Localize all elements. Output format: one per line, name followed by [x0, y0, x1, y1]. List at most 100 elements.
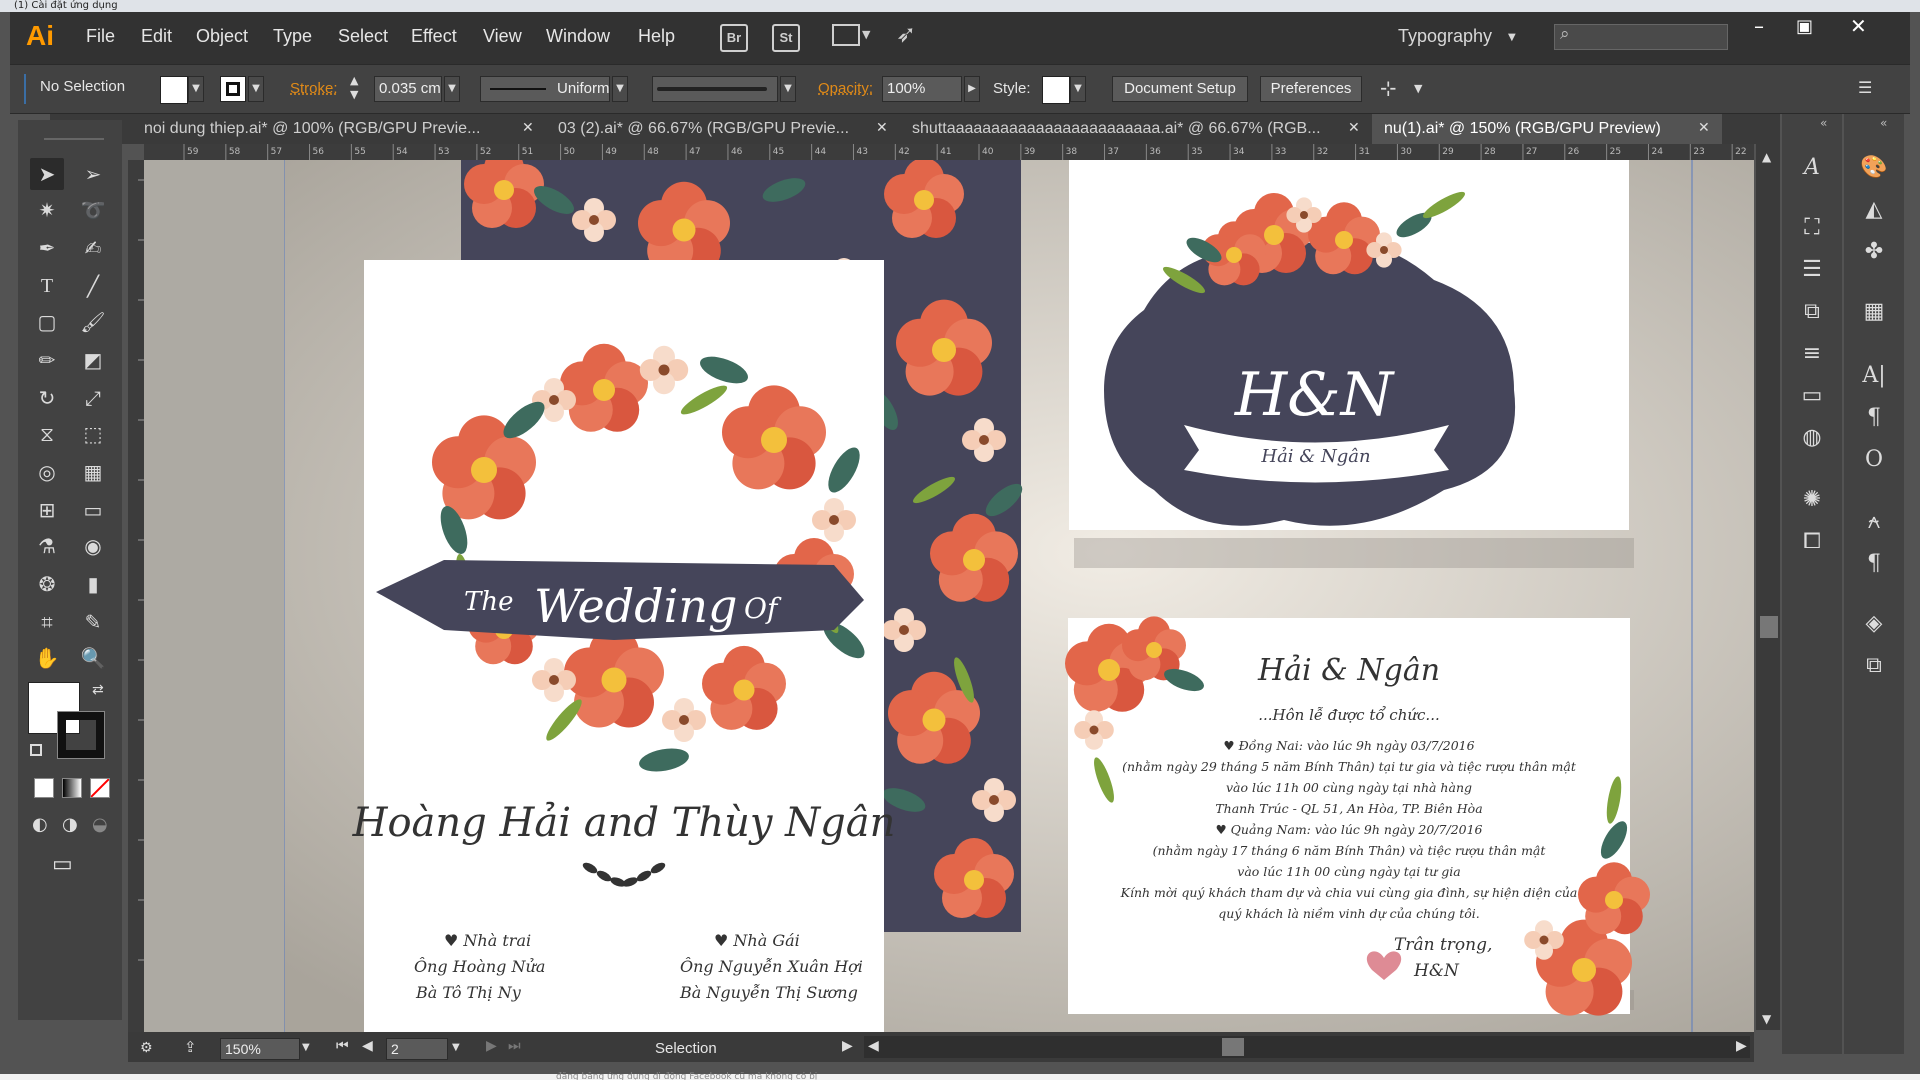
shape-builder-tool-icon[interactable]: ◎ [30, 456, 64, 488]
workspace-switcher[interactable]: Typography [1398, 26, 1492, 47]
menu-help[interactable]: Help [638, 26, 675, 47]
opacity-label[interactable]: Opacity: [818, 80, 873, 97]
curvature-tool-icon[interactable]: ✍ [76, 232, 110, 264]
menu-object[interactable]: Object [196, 26, 248, 47]
share-icon[interactable]: ⇪ [184, 1038, 197, 1056]
gpu-performance-icon[interactable]: ⚙ [140, 1040, 153, 1056]
pencil-tool-icon[interactable]: ✏ [30, 344, 64, 376]
stroke-dropdown[interactable]: ▼ [248, 76, 264, 102]
type-tool-icon[interactable]: T [30, 270, 64, 302]
rotate-tool-icon[interactable]: ↻ [30, 382, 64, 414]
panel-menu-icon[interactable]: ☰ [1858, 78, 1872, 97]
color-guide-icon[interactable]: ◭ [1854, 192, 1894, 228]
vertical-ruler[interactable] [128, 160, 144, 1032]
menu-window[interactable]: Window [546, 26, 610, 47]
last-artboard-icon[interactable]: ⏭ [508, 1038, 521, 1054]
swatches-icon[interactable]: ▦ [1854, 294, 1894, 330]
collapse-panels-icon[interactable]: « [1820, 116, 1827, 130]
artboards-icon[interactable]: ⧉ [1854, 648, 1894, 684]
selection-tool-icon[interactable]: ➤ [30, 158, 64, 190]
scroll-left-icon[interactable]: ◀ [868, 1038, 879, 1054]
tab-noi-dung-thiep[interactable]: noi dung thiep.ai* @ 100% (RGB/GPU Previ… [132, 114, 542, 144]
stroke-weight-input[interactable]: 0.035 cm [374, 76, 442, 102]
brush-definition[interactable] [652, 76, 778, 102]
paragraph-icon[interactable]: ¶ [1854, 400, 1894, 436]
close-icon[interactable]: ✕ [1698, 120, 1710, 136]
brushes-icon[interactable]: ✤ [1854, 234, 1894, 270]
mesh-tool-icon[interactable]: ⊞ [30, 494, 64, 526]
pathfinder-icon[interactable]: ⧉ [1792, 294, 1832, 330]
stroke-weight-dropdown[interactable]: ▼ [444, 76, 460, 102]
scroll-up-icon[interactable]: ▲ [1762, 150, 1771, 164]
horizontal-scrollbar[interactable] [864, 1036, 1750, 1058]
zoom-input[interactable]: 150% [220, 1038, 300, 1060]
next-artboard-icon[interactable]: ▶ [486, 1038, 497, 1054]
opacity-input[interactable]: 100% [882, 76, 962, 102]
close-icon[interactable]: ✕ [876, 120, 888, 136]
chevron-down-icon[interactable]: ▼ [452, 1042, 460, 1053]
stroke-stepper[interactable]: ▲ ▼ [350, 74, 358, 102]
screen-mode-icon[interactable]: ▭ [52, 852, 73, 877]
document-setup-button[interactable]: Document Setup [1112, 76, 1248, 102]
free-transform-tool-icon[interactable]: ⬚ [76, 418, 110, 450]
brush-dropdown[interactable]: ▼ [780, 76, 796, 102]
menu-edit[interactable]: Edit [141, 26, 172, 47]
maximize-button[interactable]: ▣ [1796, 16, 1813, 37]
status-menu-icon[interactable]: ▶ [842, 1038, 853, 1054]
gradient-panel-icon[interactable]: ▭ [1792, 378, 1832, 414]
preferences-button[interactable]: Preferences [1260, 76, 1362, 102]
chevron-down-icon[interactable]: ▼ [1508, 32, 1516, 43]
character-styles-icon[interactable]: 𝐴 [1792, 150, 1832, 186]
paragraph-styles-icon[interactable]: ¶ [1854, 546, 1894, 582]
tab-03-2[interactable]: 03 (2).ai* @ 66.67% (RGB/GPU Previe... [546, 114, 896, 144]
line-tool-icon[interactable]: ╱ [76, 270, 110, 302]
default-colors-icon[interactable] [30, 744, 42, 756]
graphic-styles-icon[interactable]: ⧠ [1792, 524, 1832, 560]
pen-tool-icon[interactable]: ✒ [30, 232, 64, 264]
blend-tool-icon[interactable]: ◉ [76, 530, 110, 562]
color-mode-icon[interactable] [34, 778, 54, 798]
scroll-down-icon[interactable]: ▼ [1762, 1012, 1771, 1026]
menu-select[interactable]: Select [338, 26, 388, 47]
eraser-tool-icon[interactable]: ◩ [76, 344, 110, 376]
menu-type[interactable]: Type [273, 26, 312, 47]
first-artboard-icon[interactable]: ⏮ [336, 1038, 349, 1054]
fill-swatch[interactable] [160, 76, 188, 104]
eyedropper-tool-icon[interactable]: ⚗ [30, 530, 64, 562]
browser-tab[interactable]: (1) Cài đặt ứng dụng [14, 0, 204, 12]
stroke-panel-icon[interactable]: ≡ [1792, 336, 1832, 372]
horizontal-ruler[interactable]: 59 58 57 56 55 54 53 52 51 50 49 48 47 46 45 44 43 42 41 40… [144, 144, 1754, 160]
fill-dropdown[interactable]: ▼ [188, 76, 204, 102]
profile-dropdown[interactable]: ▼ [612, 76, 628, 102]
scale-tool-icon[interactable]: ⤢ [76, 382, 110, 414]
menu-file[interactable]: File [86, 26, 115, 47]
symbol-sprayer-tool-icon[interactable]: ❂ [30, 568, 64, 600]
previous-artboard-icon[interactable]: ◀ [362, 1038, 373, 1054]
vertical-scroll-thumb[interactable] [1760, 616, 1778, 638]
none-mode-icon[interactable] [90, 778, 110, 798]
horizontal-scroll-thumb[interactable] [1222, 1038, 1244, 1056]
gpu-rocket-icon[interactable]: ➶ [896, 20, 916, 48]
stroke-label[interactable]: Stroke: [290, 80, 338, 97]
transparency-icon[interactable]: ◍ [1792, 420, 1832, 456]
transform-icon[interactable]: ⊹ [1380, 76, 1397, 100]
close-icon[interactable]: ✕ [522, 120, 534, 136]
character-icon[interactable]: A| [1854, 358, 1894, 394]
artboard-tool-icon[interactable]: ⌗ [30, 606, 64, 638]
magic-wand-tool-icon[interactable]: ✷ [30, 194, 64, 226]
tab-shuttaa[interactable]: shuttaaaaaaaaaaaaaaaaaaaaaaaa.ai* @ 66.6… [900, 114, 1350, 144]
search-input[interactable] [1554, 24, 1728, 50]
graphic-style-swatch[interactable] [1042, 76, 1070, 104]
stock-button[interactable]: St [772, 24, 800, 52]
draw-behind-icon[interactable]: ◑ [62, 814, 78, 835]
chevron-down-icon[interactable]: ▼ [862, 28, 870, 41]
draw-inside-icon[interactable]: ◒ [92, 814, 108, 835]
rectangle-tool-icon[interactable]: ▢ [30, 306, 64, 338]
layers-icon[interactable]: ◈ [1854, 606, 1894, 642]
canvas[interactable]: The Wedding Of Hoàng Hải and Thùy Ngân ♥… [144, 160, 1754, 1032]
width-tool-icon[interactable]: ⧖ [30, 418, 64, 450]
close-button[interactable]: ✕ [1850, 14, 1867, 38]
glyphs-icon[interactable]: ⍲ [1854, 504, 1894, 540]
paintbrush-tool-icon[interactable]: 🖌 [76, 306, 110, 338]
arrange-documents-icon[interactable] [832, 24, 860, 46]
